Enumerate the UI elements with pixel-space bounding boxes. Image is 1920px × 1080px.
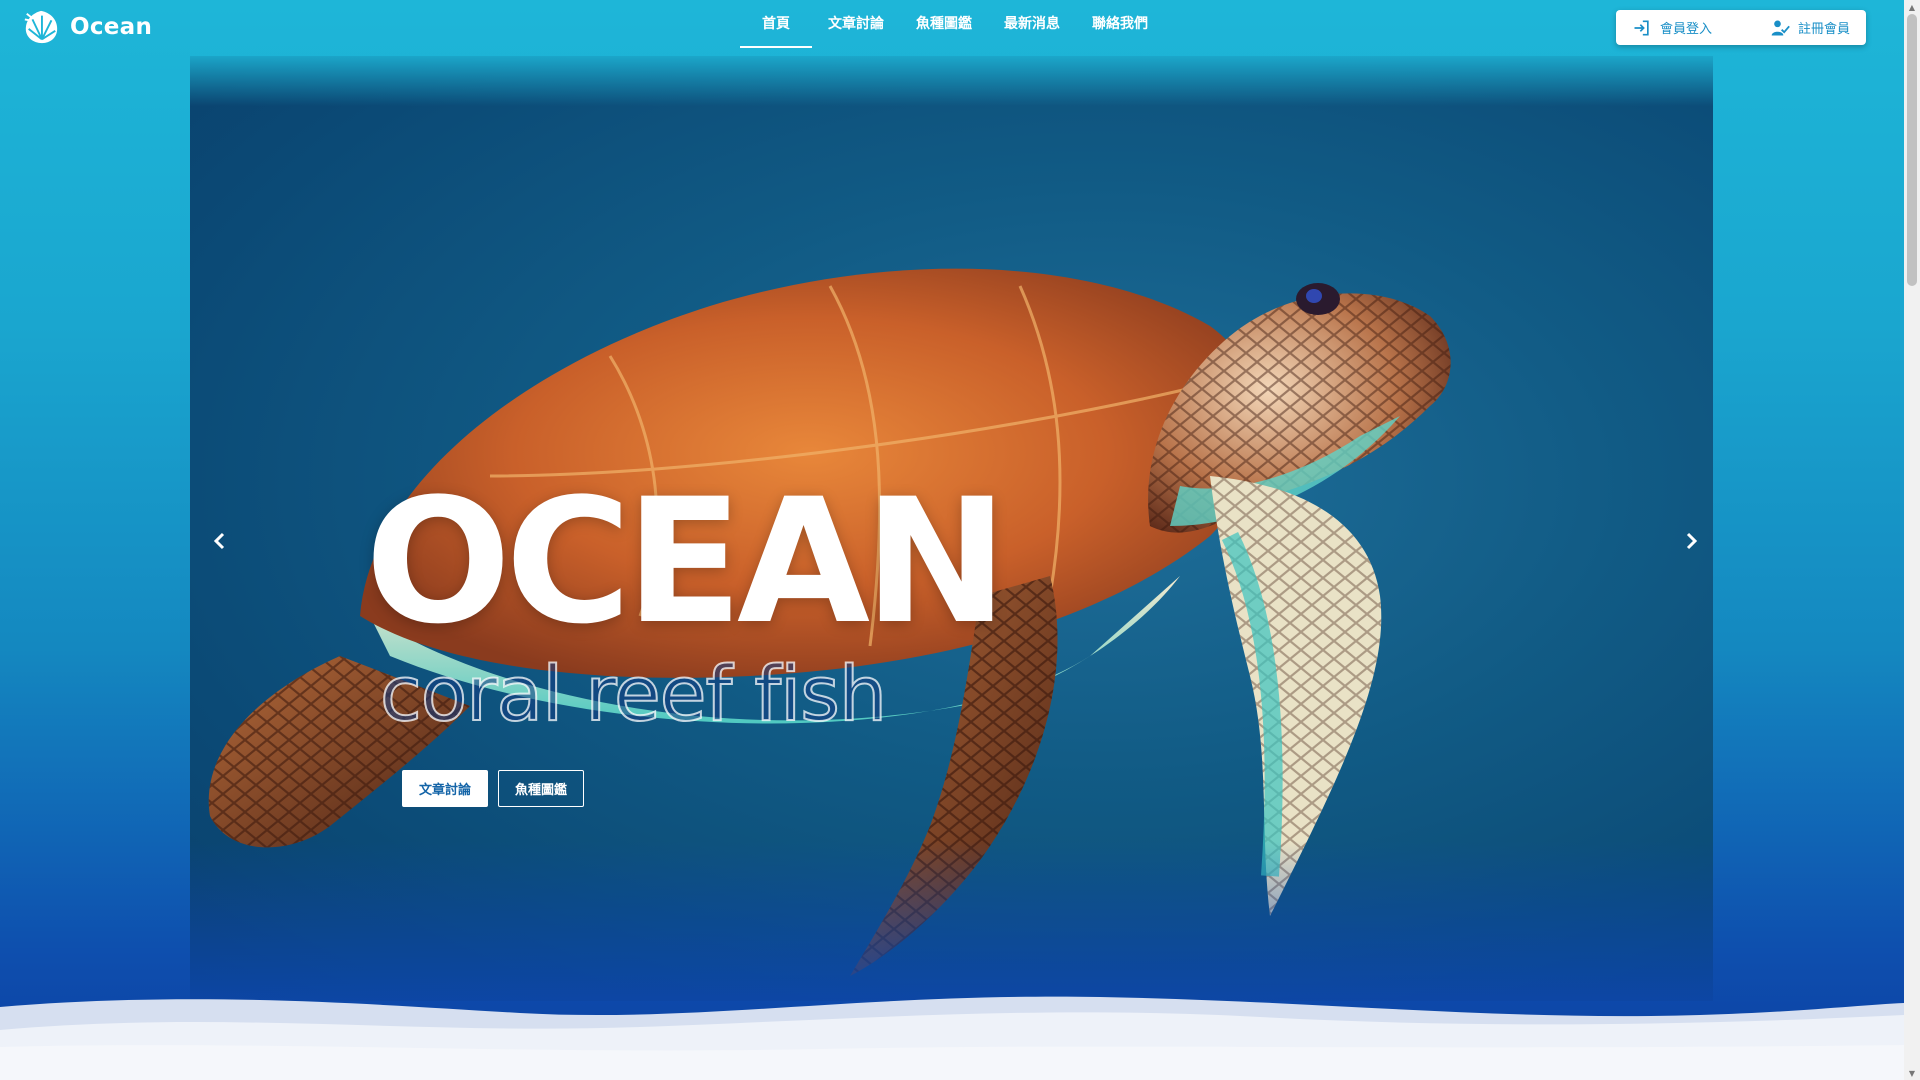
brand[interactable]: Ocean	[22, 8, 152, 46]
main-nav: 首頁 文章討論 魚種圖鑑 最新消息 聯絡我們	[740, 0, 1164, 48]
wave-divider	[0, 996, 1904, 1080]
hero-fish-guide-button[interactable]: 魚種圖鑑	[498, 770, 585, 807]
nav-item-fish-guide[interactable]: 魚種圖鑑	[900, 0, 988, 48]
carousel-next-button[interactable]	[1676, 526, 1706, 556]
scroll-down-icon[interactable]: ▼	[1904, 1066, 1920, 1080]
hero-subtitle: coral reef fish	[379, 649, 888, 738]
nav-item-home[interactable]: 首頁	[740, 0, 812, 48]
nav-item-articles[interactable]: 文章討論	[812, 0, 900, 48]
hero-top-fade	[190, 56, 1713, 106]
scroll-thumb[interactable]	[1907, 14, 1917, 286]
user-check-icon	[1771, 20, 1790, 35]
login-button[interactable]: 會員登入	[1632, 18, 1712, 38]
register-button[interactable]: 註冊會員	[1770, 18, 1850, 38]
register-label: 註冊會員	[1797, 22, 1850, 37]
hero-title: OCEAN	[365, 461, 1008, 662]
scroll-up-icon[interactable]: ▲	[1904, 0, 1920, 14]
brand-name: Ocean	[70, 14, 153, 40]
chevron-right-icon	[1686, 532, 1698, 550]
hero-bottom-fade	[190, 841, 1713, 1001]
shell-logo-icon	[24, 10, 58, 44]
page-scrollbar[interactable]: ▲ ▼	[1904, 0, 1920, 1080]
carousel-prev-button[interactable]	[205, 526, 235, 556]
login-label: 會員登入	[1660, 22, 1713, 37]
nav-item-contact[interactable]: 聯絡我們	[1076, 0, 1164, 48]
nav-item-news[interactable]: 最新消息	[988, 0, 1076, 48]
auth-panel: 會員登入 註冊會員	[1616, 10, 1866, 45]
hero-carousel: OCEAN coral reef fish 文章討論 魚種圖鑑	[190, 56, 1713, 1001]
chevron-left-icon	[213, 532, 225, 550]
login-arrow-icon	[1634, 20, 1649, 35]
hero-articles-button[interactable]: 文章討論	[402, 770, 489, 807]
top-navbar: Ocean 首頁 文章討論 魚種圖鑑 最新消息 聯絡我們 會員登入 註冊會員	[0, 0, 1904, 52]
hero-button-group: 文章討論 魚種圖鑑	[402, 770, 585, 807]
